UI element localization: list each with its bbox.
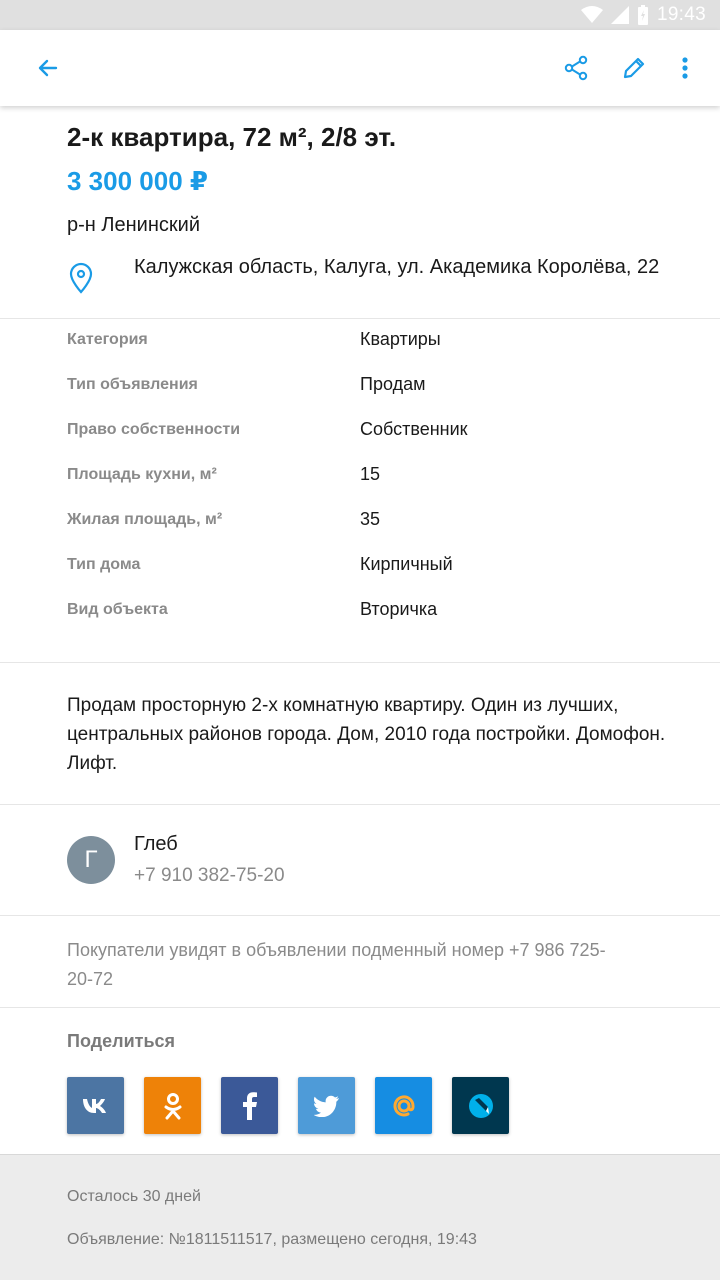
signal-icon <box>610 6 629 24</box>
param-value: 15 <box>360 464 381 484</box>
divider <box>0 318 720 319</box>
edit-button[interactable] <box>610 44 658 92</box>
param-value: Кирпичный <box>360 554 453 574</box>
param-key: Жилая площадь, м² <box>67 511 223 528</box>
share-icon <box>564 55 588 81</box>
divider <box>0 662 720 663</box>
listing-district: р-н Ленинский <box>67 214 200 236</box>
listing-footer: Осталось 30 дней Объявление: №1811511517… <box>0 1154 720 1280</box>
share-buttons <box>67 1077 509 1134</box>
listing-price: 3 300 000 ₽ <box>67 166 208 196</box>
status-bar: 19:43 <box>0 0 720 30</box>
twitter-icon <box>313 1095 339 1117</box>
param-value: Вторичка <box>360 599 438 619</box>
seller-avatar: Г <box>67 836 115 884</box>
param-row: Вид объекта Вторичка <box>0 599 720 646</box>
param-row: Площадь кухни, м² 15 <box>0 464 720 511</box>
param-key: Вид объекта <box>67 601 168 618</box>
share-livejournal-button[interactable] <box>452 1077 509 1134</box>
back-button[interactable] <box>24 44 72 92</box>
param-row: Жилая площадь, м² 35 <box>0 509 720 556</box>
param-value: Продам <box>360 374 426 394</box>
divider <box>0 804 720 805</box>
param-row: Тип дома Кирпичный <box>0 554 720 601</box>
share-heading: Поделиться <box>67 1031 176 1051</box>
status-icons: 19:43 <box>580 4 706 26</box>
toolbar <box>0 30 720 106</box>
share-mailru-button[interactable] <box>375 1077 432 1134</box>
more-options-button[interactable] <box>661 44 709 92</box>
param-key: Тип объявления <box>67 376 198 393</box>
listing-description: Продам просторную 2-х комнатную квартиру… <box>67 695 666 774</box>
param-value: Квартиры <box>360 329 441 349</box>
param-key: Категория <box>67 331 148 348</box>
days-left: Осталось 30 дней <box>67 1188 201 1205</box>
battery-icon <box>637 5 648 25</box>
share-twitter-button[interactable] <box>298 1077 355 1134</box>
param-value: Собственник <box>360 419 468 439</box>
param-key: Площадь кухни, м² <box>67 466 217 483</box>
livejournal-icon <box>468 1093 493 1118</box>
location-pin-icon <box>69 262 93 294</box>
param-value: 35 <box>360 509 381 529</box>
facebook-icon <box>242 1091 257 1120</box>
seller-name: Глеб <box>134 833 178 855</box>
listing-address[interactable]: Калужская область, Калуга, ул. Академика… <box>134 252 674 282</box>
share-button[interactable] <box>552 44 600 92</box>
param-key: Право собственности <box>67 421 241 438</box>
mailru-icon <box>393 1094 415 1116</box>
odnoklassniki-icon <box>164 1092 181 1119</box>
share-vk-button[interactable] <box>67 1077 124 1134</box>
param-key: Тип дома <box>67 556 141 573</box>
wifi-icon <box>580 6 603 23</box>
share-facebook-button[interactable] <box>221 1077 278 1134</box>
substitute-number-note: Покупатели увидят в объявлении подменный… <box>67 940 606 989</box>
param-row: Категория Квартиры <box>0 329 720 376</box>
seller-phone[interactable]: +7 910 382-75-20 <box>134 865 285 887</box>
edit-pencil-icon <box>623 57 645 79</box>
ad-info: Объявление: №1811511517, размещено сегод… <box>67 1231 477 1248</box>
back-arrow-icon <box>38 59 58 77</box>
more-vert-icon <box>682 57 688 79</box>
listing-title: 2-к квартира, 72 м², 2/8 эт. <box>67 122 397 152</box>
param-row: Право собственности Собственник <box>0 419 720 466</box>
status-time: 19:43 <box>656 4 706 25</box>
divider <box>0 915 720 916</box>
share-ok-button[interactable] <box>144 1077 201 1134</box>
vk-icon <box>82 1098 106 1113</box>
param-row: Тип объявления Продам <box>0 374 720 421</box>
divider <box>0 1007 720 1008</box>
